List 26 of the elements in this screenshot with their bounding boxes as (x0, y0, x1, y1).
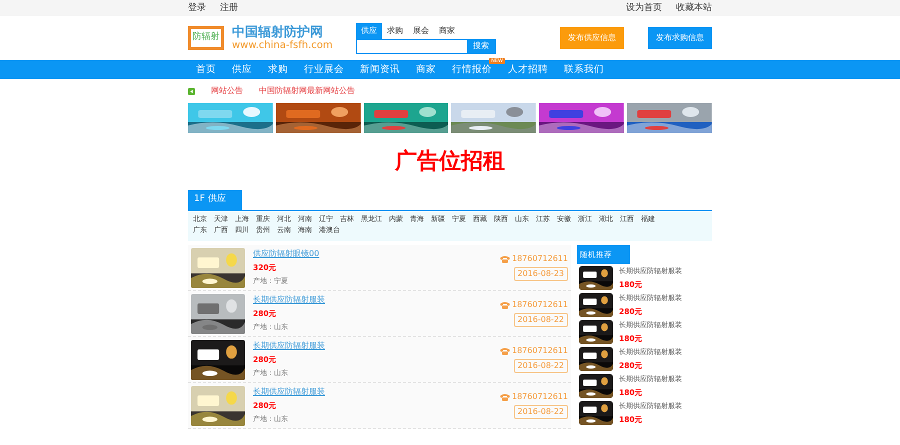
top-link[interactable]: 收藏本站 (676, 3, 712, 13)
phone-icon (499, 347, 511, 355)
product-date: 2016-08-22 (514, 405, 568, 419)
product-date: 2016-08-23 (514, 267, 568, 281)
product-date: 2016-08-22 (514, 359, 568, 373)
phone-number: 18760712611 (512, 345, 568, 357)
logo-mark: 防辐射 (188, 26, 224, 50)
notice-link[interactable]: 中国防辐射网最新网站公告 (259, 85, 355, 97)
logo-title: 中国辐射防护网 (232, 26, 324, 40)
phone-icon (499, 301, 511, 309)
ad-text: 广告位招租 (394, 147, 506, 176)
logo-url: www.china-fsfh.com (232, 40, 333, 50)
search-tab[interactable]: 商家 (434, 22, 460, 38)
phone-icon (499, 393, 511, 401)
phone-number: 18760712611 (512, 299, 568, 311)
top-link[interactable]: 注册 (220, 3, 238, 13)
top-link[interactable]: 设为首页 (626, 3, 662, 13)
speaker-icon (188, 88, 195, 94)
phone-icon (499, 255, 511, 263)
search-tab[interactable]: 求购 (382, 22, 408, 38)
top-link[interactable]: 登录 (188, 3, 206, 13)
phone-number: 18760712611 (512, 253, 568, 265)
phone-number: 18760712611 (512, 391, 568, 403)
search-tab[interactable]: 展会 (408, 22, 434, 38)
notice-label: 网站公告 (211, 85, 243, 97)
product-date: 2016-08-22 (514, 313, 568, 327)
